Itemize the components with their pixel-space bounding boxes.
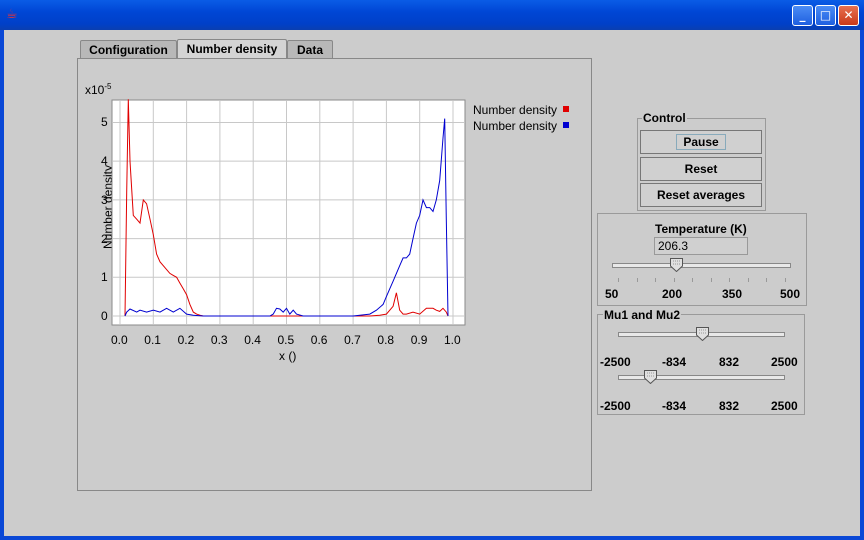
control-title: Control [642,111,687,125]
y-tick-label: 4 [101,154,108,169]
slider-tick-mark [729,278,731,282]
x-tick-label: 0.7 [344,333,361,347]
temperature-field[interactable]: 206.3 [654,237,748,255]
legend-entry-blue: Number density [473,119,570,133]
mu2-tick-3: 832 [719,399,740,413]
slider-tick-mark [673,278,675,282]
mu1-tick-2: -834 [662,355,687,369]
slider-tick-mark [655,278,657,282]
x-tick-label: 0.8 [377,333,395,347]
x-tick-label: 0.9 [410,333,428,347]
x-tick-label: 1.0 [444,333,461,347]
x-tick-label: 0.2 [177,333,195,347]
mu-title: Mu1 and Mu2 [603,308,682,322]
y-tick-label: 3 [101,192,108,207]
mu1-tick-3: 832 [719,355,740,369]
reset-button[interactable]: Reset [640,157,762,181]
y-tick-label: 0 [101,309,108,323]
reset-averages-button[interactable]: Reset averages [640,183,762,207]
temperature-tick-200: 200 [662,287,683,301]
slider-tick-mark [785,278,786,282]
x-tick-label: 0.4 [244,333,261,347]
x-tick-label: 0.1 [144,333,161,347]
y-tick-label: 1 [101,270,108,285]
mu2-tick-2: -834 [662,399,687,413]
temperature-slider-thumb[interactable] [670,258,683,272]
slider-tick-mark [636,278,638,282]
plot-area [111,99,466,326]
temperature-tick-50: 50 [605,287,619,301]
temperature-tick-500: 500 [780,287,801,301]
slider-tick-mark [692,278,694,282]
mu2-slider-thumb[interactable] [643,370,657,384]
mu2-tick-min: -2500 [600,399,631,413]
y-tick-label: 2 [101,231,108,246]
mu1-slider-thumb[interactable] [695,327,709,341]
x-tick-label: 0.3 [210,333,228,347]
temperature-slider-track[interactable] [612,263,791,268]
temperature-tick-350: 350 [722,287,743,301]
pause-button[interactable]: Pause [640,130,762,154]
mu1-tick-min: -2500 [600,355,631,369]
slider-tick-mark [747,278,749,282]
legend-swatch-blue [563,122,570,128]
slider-tick-mark [766,278,768,282]
mu1-tick-max: 2500 [771,355,798,369]
legend-entry-red: Number density [473,103,570,117]
x-tick-label: 0.0 [111,333,128,347]
legend-swatch-red [563,106,570,112]
temperature-title: Temperature (K) [655,222,747,236]
slider-tick-mark [618,278,619,282]
x-tick-label: 0.6 [310,333,328,347]
mu2-tick-max: 2500 [771,399,798,413]
x-tick-label: 0.5 [277,333,295,347]
y-tick-label: 5 [101,115,108,130]
slider-tick-mark [710,278,712,282]
